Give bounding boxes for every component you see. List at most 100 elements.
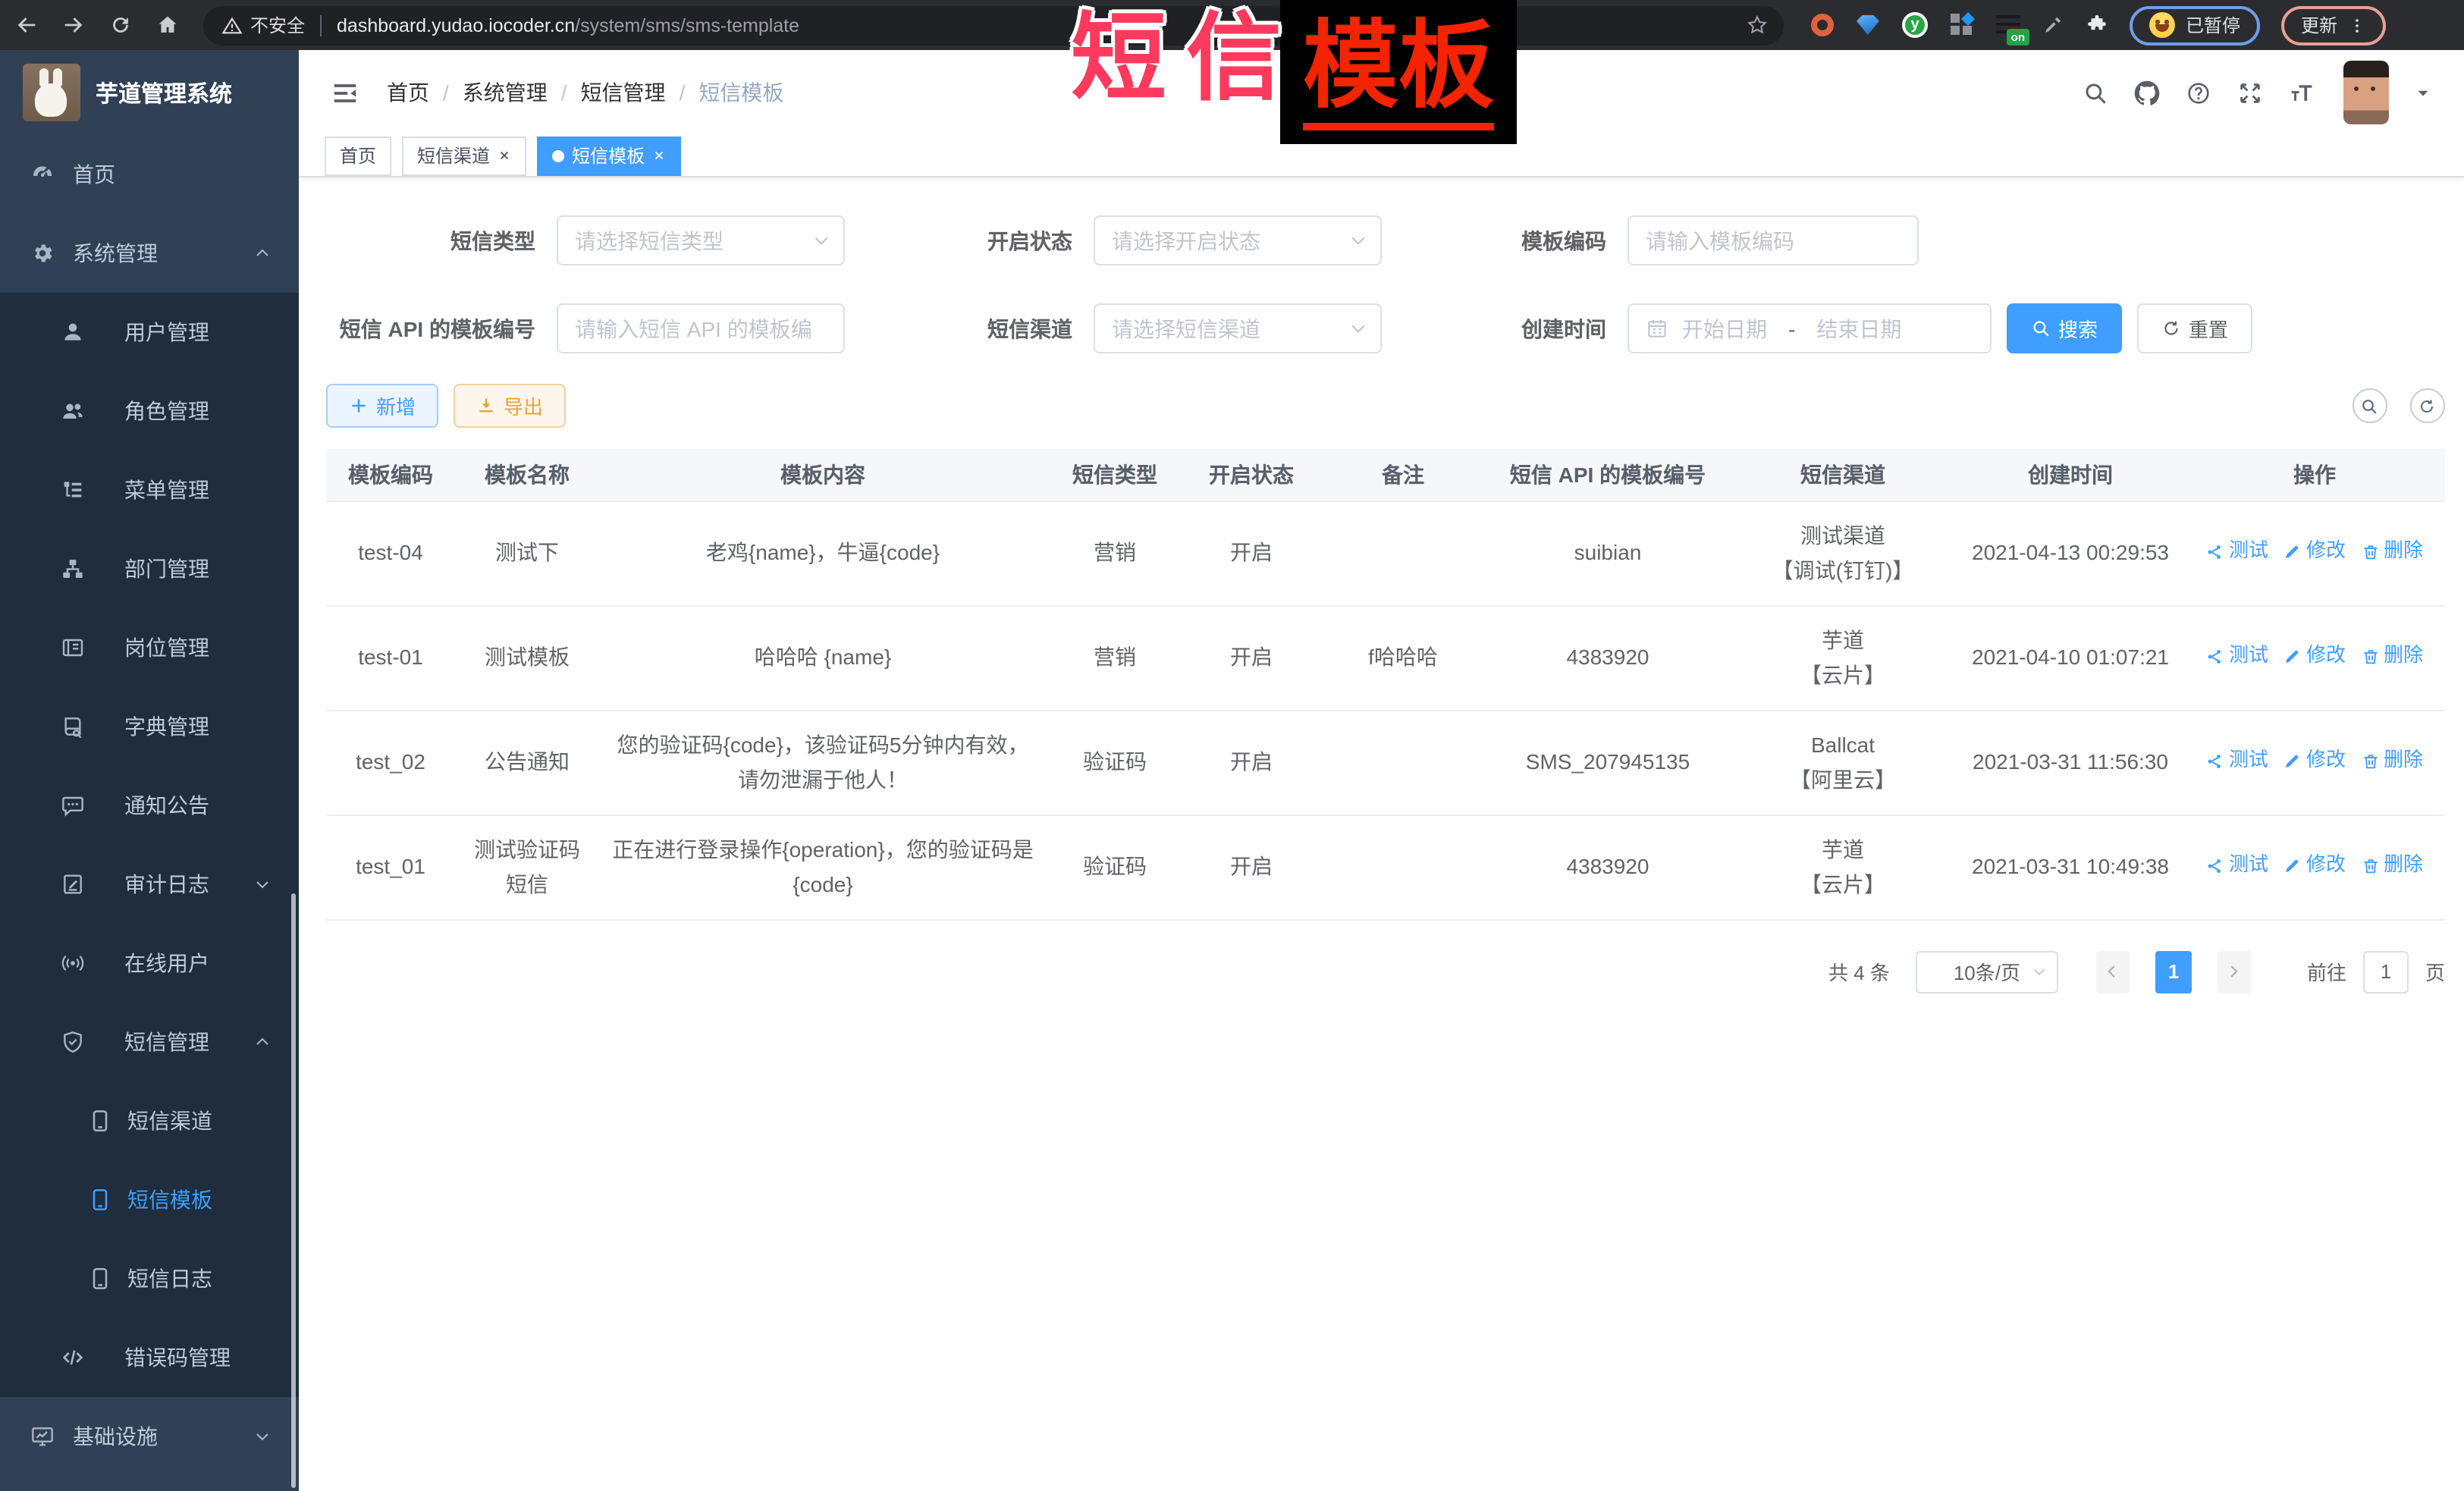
browser-forward-icon[interactable] (61, 12, 86, 38)
search-button[interactable]: 搜索 (2007, 303, 2122, 353)
sidebar-item-短信渠道[interactable]: 短信渠道 (0, 1081, 299, 1160)
export-button[interactable]: 导出 (454, 384, 566, 428)
browser-back-icon[interactable] (14, 12, 39, 38)
edit-link[interactable]: 修改 (2284, 745, 2346, 777)
fullscreen-icon[interactable] (2236, 80, 2262, 105)
close-icon[interactable] (498, 149, 511, 162)
prev-page-button[interactable] (2096, 950, 2130, 993)
user-menu-caret-icon[interactable] (2414, 84, 2431, 101)
extension-gem-icon[interactable] (1857, 15, 1879, 35)
address-bar[interactable]: 不安全 dashboard.yudao.iocoder.cn/system/sm… (203, 5, 1784, 45)
current-page-button[interactable]: 1 (2155, 950, 2192, 993)
tab-短信渠道[interactable]: 短信渠道 (402, 136, 526, 175)
mobile-icon (88, 1267, 112, 1291)
action-label: 测试 (2229, 849, 2268, 881)
test-link[interactable]: 测试 (2206, 745, 2268, 777)
sms-type-select[interactable]: 请选择短信类型 (557, 215, 845, 265)
edit-link[interactable]: 修改 (2284, 535, 2346, 567)
cell-code: test-01 (326, 605, 455, 710)
user-avatar[interactable] (2343, 61, 2388, 124)
create-time-label: 创建时间 (1382, 313, 1627, 344)
tab-首页[interactable]: 首页 (325, 136, 391, 175)
github-icon[interactable] (2133, 80, 2159, 105)
profile-paused-button[interactable]: 已暂停 (2130, 5, 2260, 45)
action-label: 修改 (2306, 640, 2346, 672)
add-button[interactable]: 新增 (326, 384, 438, 428)
sidebar-item-错误码管理[interactable]: 错误码管理 (0, 1318, 299, 1397)
cell-type: 验证码 (1047, 710, 1183, 815)
app-logo[interactable]: 芋道管理系统 (0, 50, 299, 135)
extension-grid-icon[interactable] (1951, 14, 1973, 36)
sidebar-item-角色管理[interactable]: 角色管理 (0, 372, 299, 450)
sidebar-item-菜单管理[interactable]: 菜单管理 (0, 450, 299, 529)
create-time-range-picker[interactable]: 开始日期 - 结束日期 (1627, 303, 1992, 353)
sidebar-item-部门管理[interactable]: 部门管理 (0, 529, 299, 608)
cell-name: 测试模板 (455, 605, 599, 710)
next-page-button[interactable] (2218, 950, 2251, 993)
sidebar-item-系统管理[interactable]: 系统管理 (0, 214, 299, 293)
sidebar-item-基础设施[interactable]: 基础设施 (0, 1397, 299, 1476)
page-size-select[interactable]: 10条/页 (1916, 950, 2058, 993)
channel-select[interactable]: 请选择短信渠道 (1094, 303, 1382, 353)
edit-link[interactable]: 修改 (2284, 640, 2346, 672)
sidebar-item-审计日志[interactable]: 审计日志 (0, 845, 299, 924)
sidebar-item-短信管理[interactable]: 短信管理 (0, 1003, 299, 1081)
refresh-table-button[interactable] (2409, 388, 2444, 423)
chrome-update-menu-button[interactable]: 更新 (2281, 5, 2386, 45)
delete-link[interactable]: 删除 (2361, 849, 2423, 881)
template-code-input[interactable]: 请输入模板编码 (1627, 215, 1919, 265)
sidebar-item-label: 短信日志 (127, 1263, 212, 1294)
tab-短信模板[interactable]: 短信模板 (537, 136, 681, 175)
edit-link[interactable]: 修改 (2284, 849, 2346, 881)
test-link[interactable]: 测试 (2206, 640, 2268, 672)
show-search-toggle-button[interactable] (2352, 388, 2387, 423)
api-template-id-input[interactable]: 请输入短信 API 的模板编 (557, 303, 845, 353)
sidebar-item-通知公告[interactable]: 通知公告 (0, 766, 299, 845)
browser-menu-dots-icon[interactable] (2348, 14, 2366, 36)
sidebar-item-label: 菜单管理 (124, 475, 209, 505)
font-size-icon[interactable] (2288, 80, 2314, 105)
breadcrumb-item[interactable]: 首页 (387, 77, 429, 108)
dictionary-icon (61, 714, 85, 739)
goto-page-input[interactable] (2363, 950, 2409, 993)
bookmark-star-icon[interactable] (1746, 14, 1769, 36)
sidebar-item-在线用户[interactable]: 在线用户 (0, 924, 299, 1003)
delete-link[interactable]: 删除 (2361, 640, 2423, 672)
sidebar-item-岗位管理[interactable]: 岗位管理 (0, 608, 299, 687)
extension-y-icon[interactable]: y (1902, 12, 1928, 38)
action-label: 删除 (2384, 535, 2423, 567)
breadcrumb-item[interactable]: 短信管理 (581, 77, 666, 108)
sidebar-item-首页[interactable]: 首页 (0, 135, 299, 214)
breadcrumb-separator: / (561, 80, 567, 105)
sidebar-item-短信日志[interactable]: 短信日志 (0, 1239, 299, 1318)
browser-home-icon[interactable] (155, 12, 180, 38)
delete-link[interactable]: 删除 (2361, 745, 2423, 777)
logo-image (23, 64, 80, 121)
test-link[interactable]: 测试 (2206, 849, 2268, 881)
sidebar-toggle-hamburger-icon[interactable] (331, 78, 359, 107)
template-code-label: 模板编码 (1382, 225, 1627, 256)
test-link[interactable]: 测试 (2206, 535, 2268, 567)
browser-reload-icon[interactable] (108, 12, 133, 38)
help-icon[interactable] (2185, 80, 2211, 105)
extension-list-icon[interactable]: on (1996, 14, 2020, 36)
status-select[interactable]: 请选择开启状态 (1094, 215, 1382, 265)
channel-label: 短信渠道 (845, 313, 1094, 344)
column-header: 模板编码 (326, 449, 455, 501)
delete-link[interactable]: 删除 (2361, 535, 2423, 567)
breadcrumb-item[interactable]: 系统管理 (463, 77, 548, 108)
extensions-puzzle-icon[interactable] (2086, 14, 2108, 36)
sidebar-item-用户管理[interactable]: 用户管理 (0, 293, 299, 372)
extension-eyedropper-icon[interactable] (2043, 15, 2063, 35)
header-search-icon[interactable] (2082, 80, 2108, 105)
sidebar: 芋道管理系统 首页系统管理用户管理角色管理菜单管理部门管理岗位管理字典管理通知公… (0, 50, 299, 1491)
reset-button[interactable]: 重置 (2137, 303, 2252, 353)
sidebar-item-label: 短信渠道 (127, 1106, 212, 1136)
gear-icon (30, 241, 55, 265)
extension-donut-icon[interactable] (1811, 14, 1834, 36)
close-icon[interactable] (652, 149, 666, 162)
sidebar-item-字典管理[interactable]: 字典管理 (0, 687, 299, 766)
sidebar-item-短信模板[interactable]: 短信模板 (0, 1160, 299, 1239)
column-header: 模板名称 (455, 449, 599, 501)
sidebar-scrollbar[interactable] (291, 893, 296, 1488)
